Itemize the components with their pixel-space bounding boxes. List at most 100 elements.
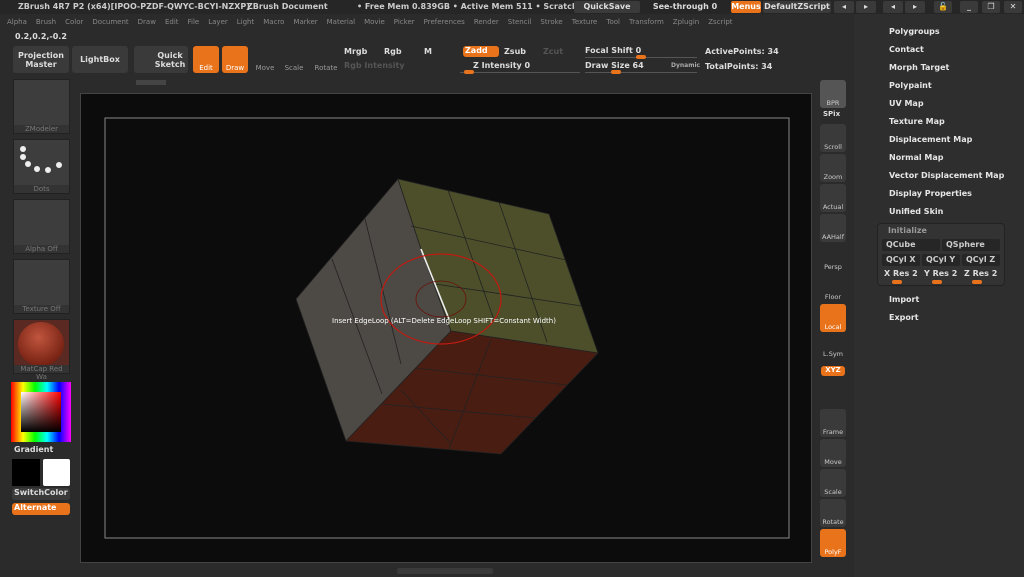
- menus-button[interactable]: Menus: [731, 1, 761, 13]
- main-color-swatch[interactable]: [12, 459, 40, 486]
- qcyl-x-button[interactable]: QCyl X: [882, 254, 920, 266]
- ui-prev-icon[interactable]: ◂: [883, 1, 903, 13]
- lightbox-button[interactable]: LightBox: [72, 46, 128, 73]
- spix-slider[interactable]: SPix: [823, 110, 840, 118]
- menu-item[interactable]: Light: [237, 18, 254, 26]
- zadd-toggle[interactable]: Zadd: [463, 46, 499, 57]
- zoom-button[interactable]: Zoom: [820, 154, 846, 182]
- minimize-icon[interactable]: _: [960, 1, 978, 13]
- lsym-button[interactable]: L.Sym: [820, 338, 846, 360]
- secondary-color-swatch[interactable]: [43, 459, 70, 486]
- rgb-intensity-slider[interactable]: Rgb Intensity: [344, 61, 405, 70]
- alternate-button[interactable]: Alternate: [12, 503, 70, 515]
- menu-polypaint[interactable]: Polypaint: [889, 81, 932, 90]
- top-scroll-handle[interactable]: [136, 80, 166, 85]
- focal-shift-knob[interactable]: [636, 55, 646, 59]
- projection-master-button[interactable]: Projection Master: [13, 46, 69, 73]
- bottom-tray-handle[interactable]: [397, 568, 493, 574]
- texture-thumbnail[interactable]: Texture Off: [13, 259, 70, 314]
- color-picker[interactable]: [11, 382, 71, 442]
- ui-next-icon[interactable]: ▸: [905, 1, 925, 13]
- rotate-button[interactable]: Rotate: [313, 48, 339, 73]
- menu-item[interactable]: Layer: [208, 18, 228, 26]
- scale-view-button[interactable]: Scale: [820, 469, 846, 497]
- polyf-button[interactable]: PolyF: [820, 529, 846, 557]
- zcut-toggle[interactable]: Zcut: [543, 47, 563, 56]
- local-button[interactable]: Local: [820, 304, 846, 332]
- z-res-knob[interactable]: [972, 280, 982, 284]
- floor-button[interactable]: Floor: [820, 274, 846, 302]
- lock-icon[interactable]: 🔓: [934, 1, 952, 13]
- menu-export[interactable]: Export: [889, 313, 919, 322]
- menu-item[interactable]: Movie: [364, 18, 385, 26]
- menu-item[interactable]: Texture: [572, 18, 598, 26]
- restore-icon[interactable]: ❐: [982, 1, 1000, 13]
- menu-morph-target[interactable]: Morph Target: [889, 63, 949, 72]
- quick-sketch-button[interactable]: Quick Sketch: [134, 46, 188, 73]
- see-through-slider[interactable]: See-through 0: [644, 1, 726, 13]
- actual-button[interactable]: Actual: [820, 184, 846, 212]
- default-zscript-button[interactable]: DefaultZScript: [763, 1, 831, 13]
- menu-item[interactable]: Stroke: [540, 18, 562, 26]
- menu-normal-map[interactable]: Normal Map: [889, 153, 943, 162]
- xyz-button[interactable]: XYZ: [821, 366, 845, 376]
- menu-polygroups[interactable]: Polygroups: [889, 27, 940, 36]
- zsub-toggle[interactable]: Zsub: [504, 47, 526, 56]
- menu-display-properties[interactable]: Display Properties: [889, 189, 972, 198]
- menu-item[interactable]: Picker: [394, 18, 415, 26]
- focal-shift-slider[interactable]: Focal Shift 0: [585, 46, 641, 55]
- menu-unified-skin[interactable]: Unified Skin: [889, 207, 943, 216]
- menu-uv-map[interactable]: UV Map: [889, 99, 924, 108]
- move-button[interactable]: Move: [253, 48, 277, 73]
- scale-button[interactable]: Scale: [282, 48, 306, 73]
- qsphere-button[interactable]: QSphere: [942, 239, 1000, 251]
- menu-item[interactable]: Zscript: [708, 18, 732, 26]
- menu-item[interactable]: Draw: [138, 18, 156, 26]
- next-layout-icon[interactable]: ▸: [856, 1, 876, 13]
- menu-item[interactable]: Stencil: [508, 18, 532, 26]
- x-res-slider[interactable]: X Res 2: [884, 269, 918, 278]
- bpr-button[interactable]: BPR: [820, 80, 846, 108]
- menu-item[interactable]: Macro: [263, 18, 284, 26]
- initialize-header[interactable]: Initialize: [888, 226, 927, 235]
- menu-contact[interactable]: Contact: [889, 45, 924, 54]
- menu-item[interactable]: Alpha: [7, 18, 27, 26]
- dynamic-toggle[interactable]: Dynamic: [671, 62, 700, 69]
- menu-item[interactable]: Color: [65, 18, 83, 26]
- brush-thumbnail[interactable]: ZModeler: [13, 79, 70, 134]
- menu-item[interactable]: Marker: [293, 18, 317, 26]
- quicksave-button[interactable]: QuickSave: [574, 1, 640, 13]
- menu-item[interactable]: Zplugin: [673, 18, 699, 26]
- move-view-button[interactable]: Move: [820, 439, 846, 467]
- qcyl-y-button[interactable]: QCyl Y: [922, 254, 960, 266]
- menu-item[interactable]: Document: [92, 18, 128, 26]
- x-res-knob[interactable]: [892, 280, 902, 284]
- y-res-knob[interactable]: [932, 280, 942, 284]
- menu-item[interactable]: Preferences: [424, 18, 465, 26]
- close-icon[interactable]: ✕: [1004, 1, 1022, 13]
- menu-item[interactable]: Transform: [629, 18, 664, 26]
- y-res-slider[interactable]: Y Res 2: [924, 269, 957, 278]
- z-intensity-slider[interactable]: Z Intensity 0: [473, 61, 530, 70]
- gradient-toggle[interactable]: Gradient: [14, 445, 53, 454]
- alpha-thumbnail[interactable]: Alpha Off: [13, 199, 70, 254]
- switchcolor-button[interactable]: SwitchColor: [12, 488, 70, 500]
- edit-button[interactable]: Edit: [193, 46, 219, 73]
- qcube-button[interactable]: QCube: [882, 239, 940, 251]
- rotate-view-button[interactable]: Rotate: [820, 499, 846, 527]
- menu-displacement-map[interactable]: Displacement Map: [889, 135, 972, 144]
- menu-item[interactable]: File: [188, 18, 200, 26]
- menu-item[interactable]: Edit: [165, 18, 179, 26]
- menu-item[interactable]: Brush: [36, 18, 56, 26]
- scroll-button[interactable]: Scroll: [820, 124, 846, 152]
- aahalf-button[interactable]: AAHalf: [820, 214, 846, 242]
- menu-vector-displacement-map[interactable]: Vector Displacement Map: [889, 171, 1004, 180]
- draw-button[interactable]: Draw: [222, 46, 248, 73]
- menu-item[interactable]: Tool: [606, 18, 620, 26]
- draw-size-slider[interactable]: Draw Size 64: [585, 61, 644, 70]
- m-toggle[interactable]: M: [424, 47, 432, 56]
- frame-button[interactable]: Frame: [820, 409, 846, 437]
- z-intensity-knob[interactable]: [464, 70, 474, 74]
- canvas-viewport[interactable]: Insert EdgeLoop (ALT=Delete EdgeLoop SHI…: [80, 93, 812, 563]
- color-saturation-square[interactable]: [21, 392, 61, 432]
